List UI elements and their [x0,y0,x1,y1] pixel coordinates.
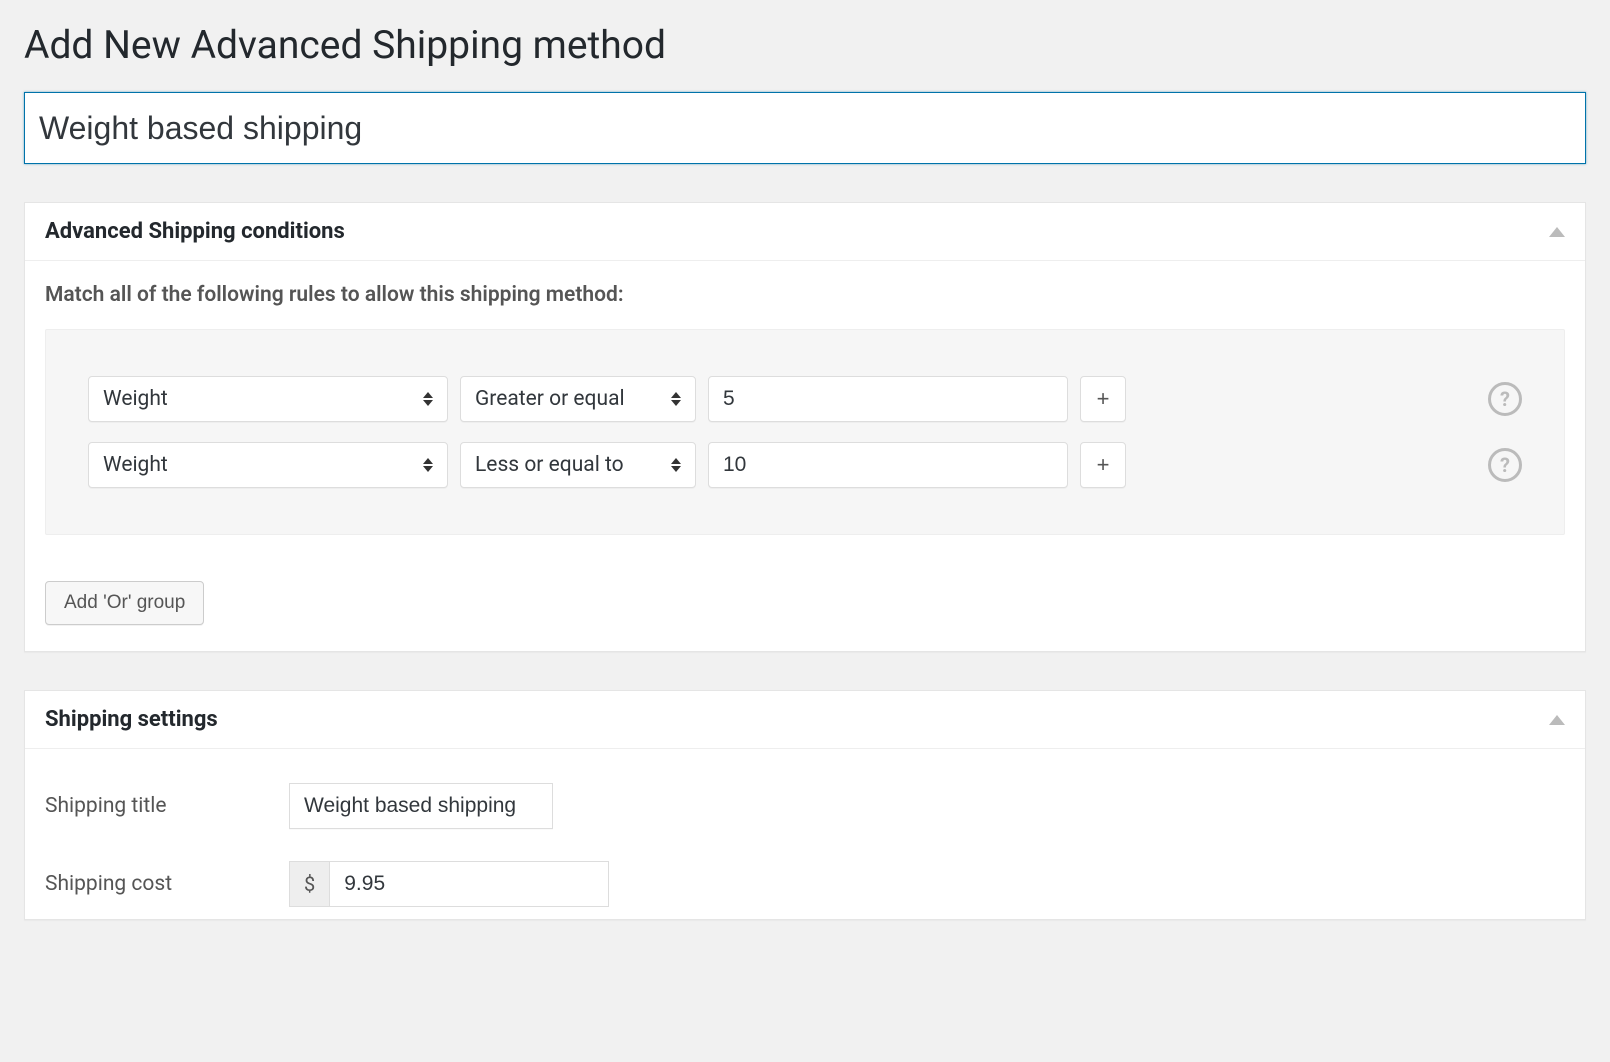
help-icon[interactable]: ? [1488,382,1522,416]
conditions-instruction: Match all of the following rules to allo… [45,283,1565,307]
select-arrows-icon [671,458,681,472]
shipping-settings-panel: Shipping settings Shipping title Shippin… [24,690,1586,920]
shipping-settings-heading: Shipping settings [45,707,218,732]
condition-row: Weight Greater or equal [88,376,1522,422]
add-condition-button[interactable]: + [1080,442,1126,488]
currency-prefix: $ [289,861,329,907]
condition-operator-select[interactable]: Less or equal to [460,442,696,488]
shipping-settings-panel-header[interactable]: Shipping settings [25,691,1585,749]
conditions-panel-header[interactable]: Advanced Shipping conditions [25,203,1585,261]
conditions-panel: Advanced Shipping conditions Match all o… [24,202,1586,652]
condition-operator-select[interactable]: Greater or equal [460,376,696,422]
condition-type-select[interactable]: Weight [88,376,448,422]
shipping-cost-input[interactable] [329,861,609,907]
condition-operator-value: Greater or equal [475,387,625,411]
add-condition-button[interactable]: + [1080,376,1126,422]
condition-row: Weight Less or equal to [88,442,1522,488]
shipping-title-row: Shipping title [45,771,1565,841]
chevron-up-icon[interactable] [1549,715,1565,725]
select-arrows-icon [423,392,433,406]
shipping-cost-label: Shipping cost [45,872,289,896]
select-arrows-icon [423,458,433,472]
condition-value-input[interactable] [708,376,1068,422]
conditions-panel-heading: Advanced Shipping conditions [45,219,345,244]
shipping-title-input[interactable] [289,783,553,829]
condition-value-input[interactable] [708,442,1068,488]
conditions-group: Weight Greater or equal [45,329,1565,535]
condition-type-value: Weight [103,387,168,411]
help-icon[interactable]: ? [1488,448,1522,482]
shipping-title-label: Shipping title [45,794,289,818]
condition-operator-value: Less or equal to [475,453,624,477]
condition-type-select[interactable]: Weight [88,442,448,488]
chevron-up-icon[interactable] [1549,227,1565,237]
shipping-cost-input-group: $ [289,861,609,907]
shipping-cost-row: Shipping cost $ [45,841,1565,919]
condition-type-value: Weight [103,453,168,477]
select-arrows-icon [671,392,681,406]
add-or-group-button[interactable]: Add 'Or' group [45,581,204,625]
shipping-method-name-input[interactable] [24,92,1586,164]
page-title: Add New Advanced Shipping method [24,22,1586,68]
